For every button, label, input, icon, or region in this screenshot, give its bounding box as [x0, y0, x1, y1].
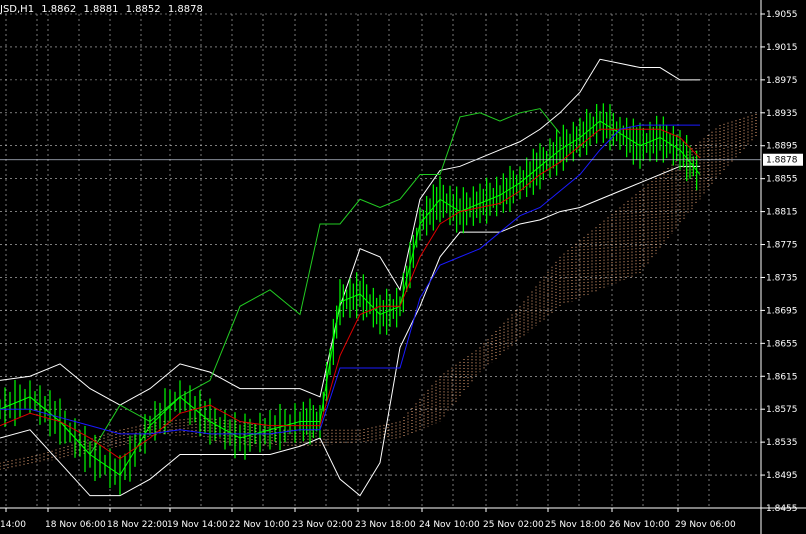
- low-value: 1.8852: [125, 4, 161, 15]
- bollinger-upper-line: [0, 58, 700, 406]
- y-tick-label: 1.8975: [766, 76, 798, 86]
- current-price-label: 1.8878: [766, 156, 798, 166]
- x-tick-label: 23 Nov 18:00: [355, 520, 416, 530]
- kumo-cloud: [0, 114, 757, 471]
- y-tick-label: 1.8495: [766, 471, 798, 481]
- y-tick-label: 1.8695: [766, 306, 798, 316]
- y-tick-label: 1.8455: [766, 504, 798, 514]
- y-tick-label: 1.8535: [766, 438, 798, 448]
- x-tick-label: 18 Nov 06:00: [45, 520, 106, 530]
- x-tick-label: 25 Nov 18:00: [545, 520, 606, 530]
- grid-layer: [0, 13, 761, 509]
- y-tick-label: 1.8615: [766, 372, 798, 382]
- x-tick-label: 22 Nov 10:00: [229, 520, 290, 530]
- x-tick-label: 18 Nov 22:00: [107, 520, 168, 530]
- y-tick-label: 1.8575: [766, 405, 798, 415]
- y-tick-label: 1.9015: [766, 43, 798, 53]
- x-tick-label: 14:00: [0, 520, 26, 530]
- x-tick-label: 23 Nov 02:00: [292, 520, 353, 530]
- price-close-line: [0, 120, 701, 476]
- y-tick-label: 1.8935: [766, 109, 798, 119]
- chart-container: JSD,H1 1.8862 1.8881 1.8852 1.8878 1.905…: [0, 0, 806, 534]
- x-tick-label: 29 Nov 06:00: [675, 520, 736, 530]
- current-price-box: 1.8878: [763, 153, 803, 166]
- y-tick-label: 1.8735: [766, 273, 798, 283]
- close-value: 1.8878: [167, 4, 203, 15]
- x-tick-label: 25 Nov 02:00: [483, 520, 544, 530]
- y-tick-label: 1.8655: [766, 339, 798, 349]
- y-tick-label: 1.8895: [766, 142, 798, 152]
- price-chart[interactable]: 1.9055 1.9015 1.8975 1.8935 1.8895 1.8855 1.88…: [0, 0, 806, 534]
- high-value: 1.8881: [83, 4, 119, 15]
- chart-header: JSD,H1 1.8862 1.8881 1.8852 1.8878: [0, 4, 207, 15]
- open-value: 1.8862: [41, 4, 77, 15]
- y-tick-label: 1.8775: [766, 241, 798, 251]
- y-tick-label: 1.8855: [766, 175, 798, 185]
- x-tick-label: 19 Nov 14:00: [167, 520, 228, 530]
- y-tick-label: 1.9055: [766, 10, 798, 20]
- bollinger-lower-line: [0, 165, 700, 497]
- x-tick-label: 26 Nov 10:00: [609, 520, 670, 530]
- x-tick-label: 24 Nov 10:00: [419, 520, 480, 530]
- y-tick-label: 1.8815: [766, 208, 798, 218]
- symbol-label: JSD,H1: [0, 4, 35, 15]
- chikou-span-line: [0, 108, 561, 456]
